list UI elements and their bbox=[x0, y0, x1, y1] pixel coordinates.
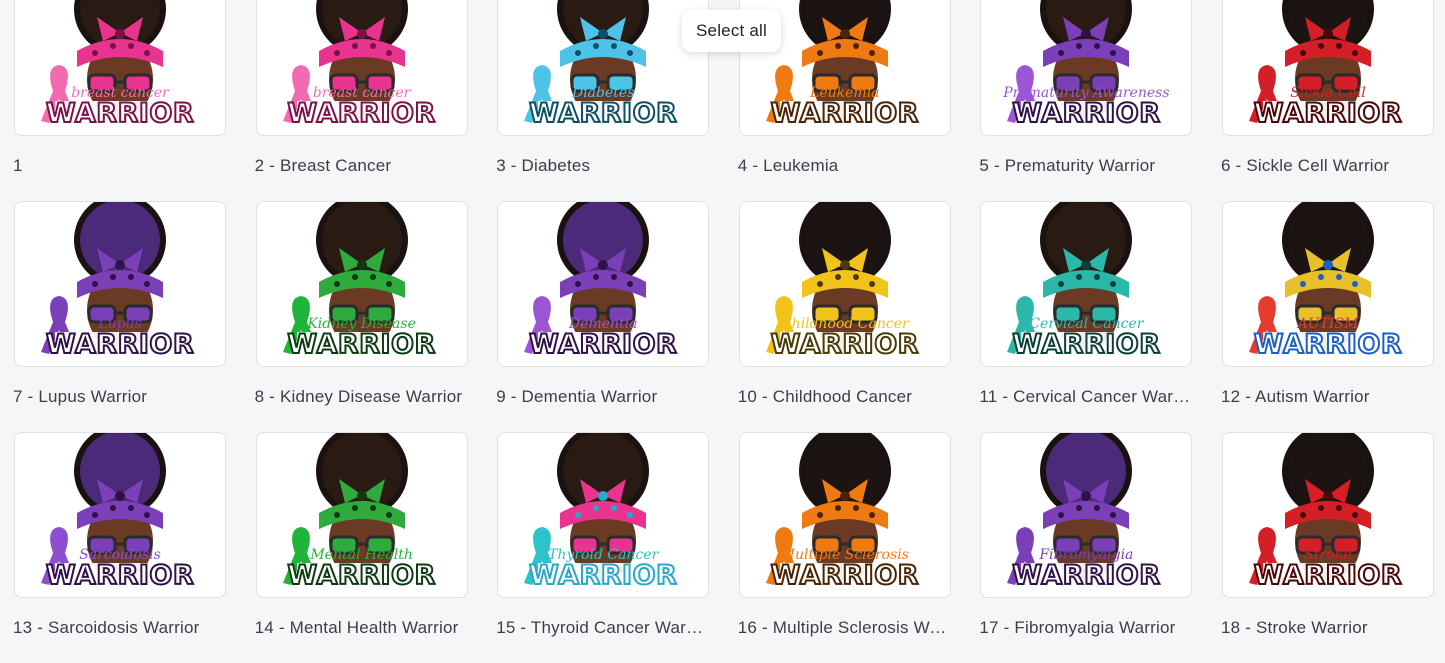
design-tile[interactable]: breast cancer WARRIOR 1 bbox=[13, 0, 226, 201]
design-thumbnail[interactable]: AUTISM WARRIOR bbox=[1221, 201, 1434, 367]
design-thumbnail[interactable]: Kidney Disease WARRIOR bbox=[255, 201, 468, 367]
warrior-wordmark: WARRIOR bbox=[1253, 97, 1403, 130]
warrior-wordmark: WARRIOR bbox=[45, 328, 195, 361]
design-tile[interactable]: Lupus WARRIOR 7 - Lupus Warrior bbox=[13, 201, 226, 432]
design-thumbnail[interactable]: Cervical Cancer WARRIOR bbox=[980, 201, 1193, 367]
design-title[interactable]: 15 - Thyroid Cancer Warrior bbox=[496, 618, 708, 638]
design-title[interactable]: 4 - Leukemia bbox=[738, 156, 950, 176]
design-tile[interactable]: Kidney Disease WARRIOR 8 - Kidney Disease … bbox=[255, 201, 468, 432]
warrior-wordmark: WARRIOR bbox=[1011, 559, 1161, 592]
warrior-wordmark: WARRIOR bbox=[770, 328, 920, 361]
design-thumbnail[interactable]: Dementia WARRIOR bbox=[497, 201, 710, 367]
design-title[interactable]: 2 - Breast Cancer bbox=[255, 156, 467, 176]
design-thumbnail[interactable]: Mental Health WARRIOR bbox=[255, 432, 468, 598]
design-thumbnail[interactable]: Fibromyalgia WARRIOR bbox=[980, 432, 1193, 598]
design-title[interactable]: 13 - Sarcoidosis Warrior bbox=[13, 618, 225, 638]
warrior-wordmark: WARRIOR bbox=[528, 328, 678, 361]
warrior-wordmark: WARRIOR bbox=[45, 97, 195, 130]
design-tile[interactable]: Stroke WARRIOR 18 - Stroke Warrior bbox=[1221, 432, 1434, 663]
design-title[interactable]: 11 - Cervical Cancer Warrior bbox=[979, 387, 1191, 407]
design-tile[interactable]: AUTISM WARRIOR 12 - Autism Warrior bbox=[1221, 201, 1434, 432]
design-tile[interactable]: Thyroid Cancer WARRIOR 15 - Thyroid Cancer… bbox=[496, 432, 710, 663]
design-grid: breast cancer WARRIOR 1 breast cancer WARRIO… bbox=[13, 0, 1434, 663]
design-thumbnail[interactable]: Sickle Cell WARRIOR bbox=[1221, 0, 1434, 136]
design-title[interactable]: 1 bbox=[13, 156, 225, 176]
warrior-wordmark: WARRIOR bbox=[1011, 328, 1161, 361]
warrior-wordmark: WARRIOR bbox=[1011, 97, 1161, 130]
warrior-wordmark: WARRIOR bbox=[770, 97, 920, 130]
warrior-wordmark: WARRIOR bbox=[528, 559, 678, 592]
warrior-wordmark: WARRIOR bbox=[45, 559, 195, 592]
design-title[interactable]: 5 - Prematurity Warrior bbox=[979, 156, 1191, 176]
warrior-wordmark: WARRIOR bbox=[286, 328, 436, 361]
design-thumbnail[interactable]: Lupus WARRIOR bbox=[14, 201, 226, 367]
warrior-wordmark: WARRIOR bbox=[286, 97, 436, 130]
design-tile[interactable]: Sarcoidosis WARRIOR 13 - Sarcoidosis Warri… bbox=[13, 432, 226, 663]
design-tile[interactable]: Multiple Sclerosis WARRIOR 16 - Multiple S… bbox=[738, 432, 951, 663]
design-tile[interactable]: Dementia WARRIOR 9 - Dementia Warrior bbox=[496, 201, 710, 432]
design-title[interactable]: 14 - Mental Health Warrior bbox=[255, 618, 467, 638]
warrior-wordmark: WARRIOR bbox=[286, 559, 436, 592]
design-title[interactable]: 16 - Multiple Sclerosis Warrior bbox=[738, 618, 950, 638]
design-tile[interactable]: Cervical Cancer WARRIOR 11 - Cervical Canc… bbox=[979, 201, 1193, 432]
design-title[interactable]: 8 - Kidney Disease Warrior bbox=[255, 387, 467, 407]
design-tile[interactable]: Mental Health WARRIOR 14 - Mental Health W… bbox=[255, 432, 468, 663]
design-thumbnail[interactable]: Diabetes WARRIOR bbox=[497, 0, 710, 136]
design-tile[interactable]: Childhood Cancer WARRIOR 10 - Childhood Ca… bbox=[738, 201, 951, 432]
design-thumbnail[interactable]: Stroke WARRIOR bbox=[1221, 432, 1434, 598]
design-thumbnail[interactable]: Thyroid Cancer WARRIOR bbox=[497, 432, 710, 598]
design-tile[interactable]: Fibromyalgia WARRIOR 17 - Fibromyalgia War… bbox=[979, 432, 1193, 663]
design-thumbnail[interactable]: Sarcoidosis WARRIOR bbox=[14, 432, 226, 598]
design-tile[interactable]: breast cancer WARRIOR 2 - Breast Cancer bbox=[255, 0, 468, 201]
design-title[interactable]: 6 - Sickle Cell Warrior bbox=[1221, 156, 1433, 176]
design-tile[interactable]: Prematurity Awareness WARRIOR 5 - Prematur… bbox=[979, 0, 1193, 201]
warrior-wordmark: WARRIOR bbox=[1253, 328, 1403, 361]
design-thumbnail[interactable]: Prematurity Awareness WARRIOR bbox=[980, 0, 1193, 136]
warrior-wordmark: WARRIOR bbox=[1253, 559, 1403, 592]
select-all-button[interactable]: Select all bbox=[682, 10, 781, 52]
design-thumbnail[interactable]: breast cancer WARRIOR bbox=[255, 0, 468, 136]
design-title[interactable]: 10 - Childhood Cancer bbox=[738, 387, 950, 407]
design-tile[interactable]: Diabetes WARRIOR 3 - Diabetes bbox=[496, 0, 710, 201]
design-title[interactable]: 12 - Autism Warrior bbox=[1221, 387, 1433, 407]
warrior-wordmark: WARRIOR bbox=[528, 97, 678, 130]
design-title[interactable]: 7 - Lupus Warrior bbox=[13, 387, 225, 407]
design-title[interactable]: 17 - Fibromyalgia Warrior bbox=[979, 618, 1191, 638]
design-thumbnail[interactable]: Multiple Sclerosis WARRIOR bbox=[738, 432, 951, 598]
design-title[interactable]: 9 - Dementia Warrior bbox=[496, 387, 708, 407]
design-thumbnail[interactable]: Childhood Cancer WARRIOR bbox=[738, 201, 951, 367]
design-thumbnail[interactable]: breast cancer WARRIOR bbox=[14, 0, 226, 136]
warrior-wordmark: WARRIOR bbox=[770, 559, 920, 592]
design-title[interactable]: 3 - Diabetes bbox=[496, 156, 708, 176]
design-title[interactable]: 18 - Stroke Warrior bbox=[1221, 618, 1433, 638]
design-tile[interactable]: Sickle Cell WARRIOR 6 - Sickle Cell Warrio… bbox=[1221, 0, 1434, 201]
